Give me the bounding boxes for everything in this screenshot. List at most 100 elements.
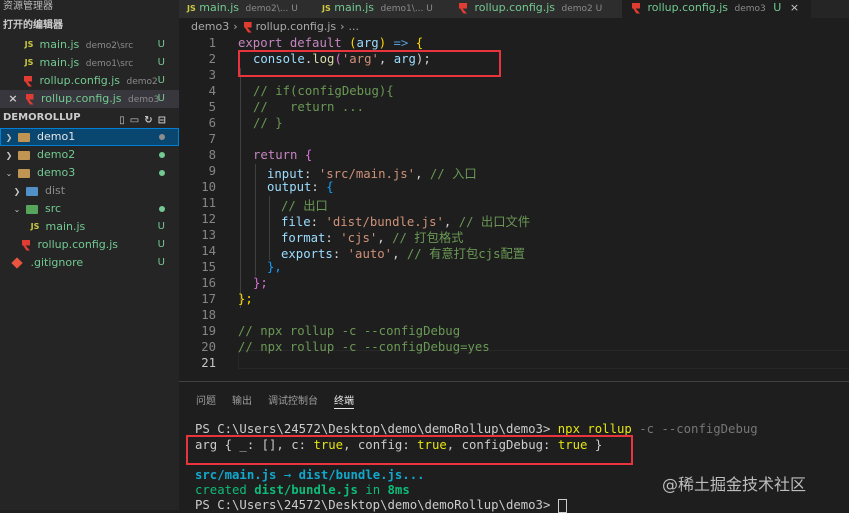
breadcrumb-file[interactable]: rollup.config.js — [256, 20, 337, 33]
line-number: 5 — [208, 100, 216, 114]
tree-item-src[interactable]: ⌄ src — [0, 200, 179, 218]
watermark: @稀土掘金技术社区 — [662, 475, 807, 494]
line-number: 7 — [208, 132, 216, 146]
untracked-badge: U — [157, 75, 165, 86]
line-number: 15 — [201, 260, 216, 274]
chevron-right-icon: ❯ — [13, 187, 21, 196]
open-editor-name: rollup.config.js — [41, 92, 122, 105]
rollup-icon — [243, 21, 252, 33]
code-line-3: // if(configDebug){ — [253, 84, 394, 98]
line-number: 19 — [201, 324, 216, 338]
breadcrumb-folder[interactable]: demo3 — [191, 20, 229, 33]
open-editor-item[interactable]: rollup.config.js demo2 U — [0, 72, 179, 90]
line-number-current: 21 — [201, 356, 216, 370]
line-number: 6 — [208, 116, 216, 130]
untracked-badge: U — [157, 257, 165, 268]
code-line-19: // npx rollup -c --configDebug — [238, 324, 461, 338]
untracked-badge: U — [773, 1, 782, 14]
tab-label: rollup.config.js — [647, 1, 729, 14]
tree-item-label: main.js — [45, 220, 86, 233]
tab-debug-console[interactable]: 调试控制台 — [268, 392, 318, 408]
tree-item-label: rollup.config.js — [37, 238, 119, 251]
tree-item-label: demo3 — [37, 166, 76, 179]
line-number: 18 — [201, 308, 216, 322]
refresh-icon[interactable]: ↻ — [144, 115, 157, 126]
breadcrumb: demo3 › rollup.config.js ›... — [191, 19, 359, 35]
rollup-icon — [632, 2, 640, 14]
code-line-17: }; — [238, 292, 253, 306]
tree-item-demo3[interactable]: ⌄ demo3 — [0, 164, 179, 182]
js-file-icon: JS — [24, 58, 34, 67]
modified-dot — [159, 170, 165, 176]
open-editor-item-active[interactable]: × rollup.config.js demo3 U — [0, 90, 179, 108]
tab-main-js-demo2[interactable]: JS main.js demo2\... U — [179, 0, 322, 18]
tree-item-label: demo1 — [37, 130, 76, 143]
highlight-box-console-log — [238, 50, 501, 77]
chevron-right-icon: › — [233, 20, 238, 33]
close-icon[interactable]: × — [790, 1, 799, 14]
chevron-right-icon: › — [340, 20, 345, 33]
code-line-8: return { — [253, 148, 313, 162]
chevron-down-icon: ⌄ — [5, 169, 13, 178]
line-number: 10 — [201, 180, 216, 194]
chevron-right-icon: ❯ — [5, 133, 13, 142]
line-number: 11 — [201, 196, 216, 210]
line-number: 4 — [208, 84, 216, 98]
untracked-badge: U — [157, 39, 165, 50]
new-folder-icon[interactable]: ▭ — [130, 115, 144, 126]
open-editor-item[interactable]: JS main.js demo1\src U — [0, 54, 179, 72]
js-file-icon: JS — [30, 222, 40, 231]
folder-icon — [17, 150, 30, 160]
line-number: 12 — [201, 212, 216, 226]
indent-guide — [255, 164, 256, 276]
code-editor[interactable]: 1 2 3 4 5 6 7 8 9 10 11 12 13 14 15 16 1… — [179, 35, 849, 375]
tab-label: main.js — [199, 1, 240, 14]
tree-item-rollup-config[interactable]: rollup.config.js U — [0, 236, 179, 254]
new-file-icon[interactable]: ▯ — [119, 115, 130, 126]
tree-item-label: dist — [45, 184, 66, 197]
tab-rollup-config-demo2[interactable]: rollup.config.js demo2 U — [449, 0, 630, 18]
terminal-line-prompt[interactable]: PS C:\Users\24572\Desktop\demo\demoRollu… — [195, 498, 567, 513]
tab-rollup-config-demo3[interactable]: rollup.config.js demo3 U × — [622, 0, 811, 18]
git-icon — [11, 257, 23, 269]
close-icon[interactable]: × — [6, 90, 20, 108]
tab-main-js-demo1[interactable]: JS main.js demo1\... U — [314, 0, 457, 18]
chevron-right-icon: ❯ — [5, 151, 13, 160]
tree-item-dist[interactable]: ❯ dist — [0, 182, 179, 200]
collapse-all-icon[interactable]: ⊟ — [158, 115, 171, 126]
open-editors-header[interactable]: 打开的编辑器 — [0, 16, 179, 36]
explorer-title: 资源管理器 — [3, 1, 53, 12]
workspace-header[interactable]: DEMOROLLUP ▯▭↻⊟ — [0, 108, 179, 128]
indent-guide — [269, 196, 270, 260]
terminal-line-command: PS C:\Users\24572\Desktop\demo\demoRollu… — [195, 422, 758, 436]
code-line-16: }; — [253, 276, 268, 290]
line-number: 9 — [208, 164, 216, 178]
tab-output[interactable]: 输出 — [232, 392, 252, 408]
line-number: 8 — [208, 148, 216, 162]
terminal-line-created: created dist/bundle.js in 8ms — [195, 483, 410, 497]
code-line-14: exports: 'auto', // 有意打包cjs配置 — [281, 247, 526, 261]
modified-dot — [159, 134, 165, 140]
tree-item-gitignore[interactable]: .gitignore U — [0, 254, 179, 272]
tab-problems[interactable]: 问题 — [196, 392, 216, 408]
tab-label: rollup.config.js — [474, 1, 556, 14]
rollup-icon — [24, 75, 32, 87]
tree-item-demo1[interactable]: ❯ demo1 — [0, 128, 179, 146]
src-folder-icon — [25, 204, 38, 214]
untracked-badge: U — [157, 57, 165, 68]
terminal-cursor — [557, 498, 567, 513]
terminal-line-bundle: src/main.js → dist/bundle.js... — [195, 468, 425, 482]
tab-label: main.js — [334, 1, 375, 14]
tab-terminal[interactable]: 终端 — [334, 392, 354, 409]
tab-folder: demo1\... U — [380, 4, 433, 14]
tree-item-main-js[interactable]: JS main.js U — [0, 218, 179, 236]
breadcrumb-more[interactable]: ... — [349, 20, 360, 33]
highlight-box-terminal-output — [186, 435, 633, 465]
code-line-5: // } — [253, 116, 283, 130]
open-editor-item[interactable]: JS main.js demo2\src U — [0, 36, 179, 54]
line-number: 2 — [208, 52, 216, 66]
modified-dot — [159, 206, 165, 212]
line-number: 1 — [208, 36, 216, 50]
line-number: 16 — [201, 276, 216, 290]
tree-item-demo2[interactable]: ❯ demo2 — [0, 146, 179, 164]
